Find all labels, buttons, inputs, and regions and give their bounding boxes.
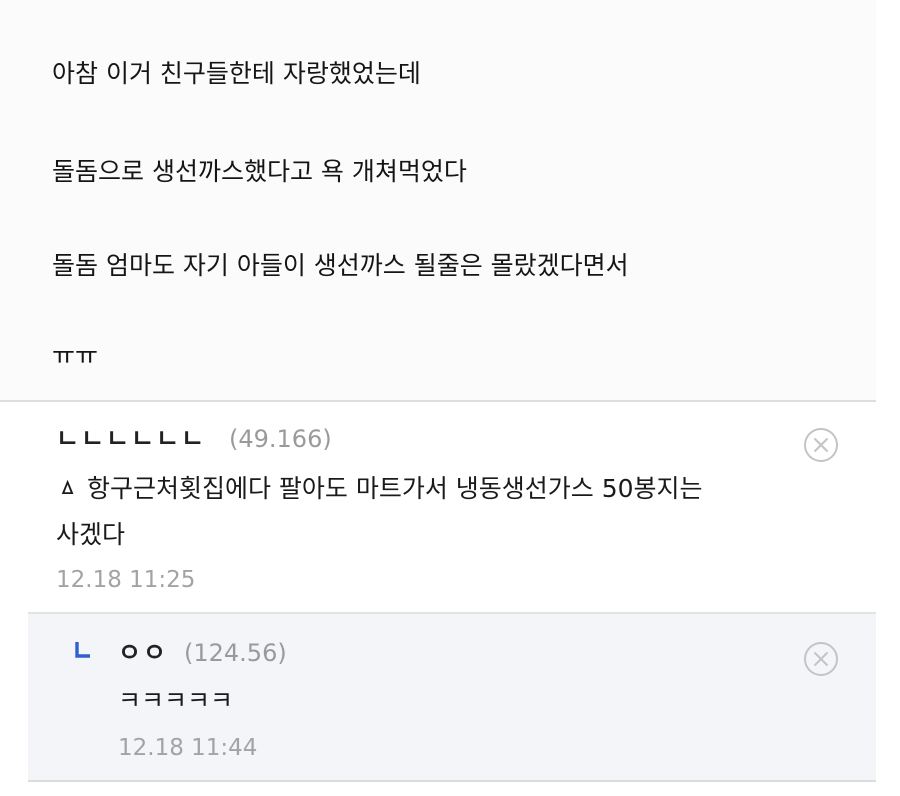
reply-date: 12.18 11:44	[118, 735, 258, 761]
reply-arrow-icon	[74, 640, 92, 660]
divider	[28, 780, 876, 782]
reply-author[interactable]: ㅇㅇ	[118, 638, 168, 668]
comment-author-score: (49.166)	[229, 425, 332, 453]
post-text-line: 아참 이거 친구들한테 자랑했었는데	[52, 59, 421, 88]
close-icon[interactable]	[802, 640, 840, 678]
reply-author-score: (124.56)	[184, 639, 287, 667]
reply-item: ㅇㅇ (124.56) ㅋㅋㅋㅋㅋ 12.18 11:44	[28, 614, 876, 780]
post-body: 아참 이거 친구들한테 자랑했었는데 돌돔으로 생선까스했다고 욕 개쳐먹었다 …	[0, 0, 876, 400]
post-text-line: ㅠㅠ	[52, 341, 99, 370]
comment-text-line: ㅿ 항구근처횟집에다 팔아도 마트가서 냉동생선가스 50봉지는	[56, 474, 703, 503]
comment-author[interactable]: ㄴㄴㄴㄴㄴㄴ	[56, 424, 206, 454]
close-icon[interactable]	[802, 426, 840, 464]
post-text-line: 돌돔 엄마도 자기 아들이 생선까스 될줄은 몰랐겠다면서	[52, 251, 629, 280]
reply-text: ㅋㅋㅋㅋㅋ	[118, 686, 234, 715]
post-text-line: 돌돔으로 생선까스했다고 욕 개쳐먹었다	[52, 157, 467, 186]
comment-date: 12.18 11:25	[56, 567, 196, 593]
comment-item: ㄴㄴㄴㄴㄴㄴ (49.166) ㅿ 항구근처횟집에다 팔아도 마트가서 냉동생선…	[0, 402, 876, 612]
comment-text-line: 사겠다	[56, 520, 126, 549]
